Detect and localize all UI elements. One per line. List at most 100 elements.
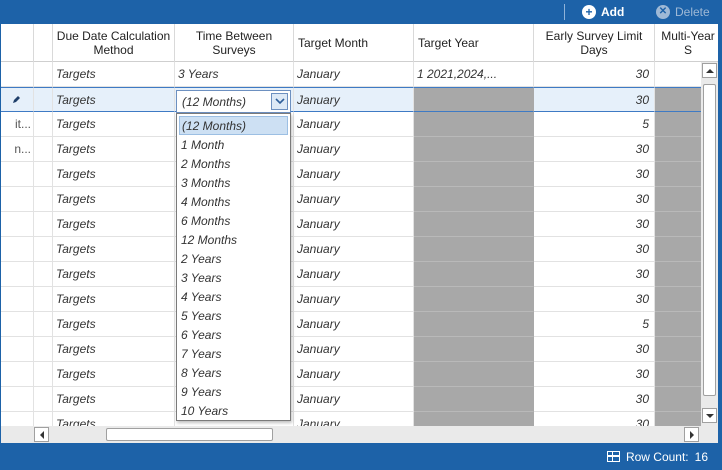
cell-month[interactable]: January (294, 112, 414, 137)
table-row[interactable]: Targets 3 Years January 1 2021,2024,... 30 (1, 62, 702, 87)
cell-multi-year[interactable] (655, 287, 702, 312)
dropdown-option[interactable]: 4 Years (177, 287, 290, 306)
cell-year[interactable] (414, 287, 534, 312)
scroll-left-button[interactable] (34, 427, 49, 442)
cell-narrow[interactable] (34, 137, 53, 162)
vertical-scrollbar[interactable] (701, 62, 718, 426)
cell-multi-year[interactable] (655, 312, 702, 337)
dropdown-option[interactable]: 6 Months (177, 211, 290, 230)
table-row[interactable]: Targets January 30 (1, 212, 702, 237)
table-row[interactable]: Targets January 30 (1, 287, 702, 312)
dropdown-option[interactable]: 4 Months (177, 192, 290, 211)
header-multi-year[interactable]: Multi-Year S (655, 24, 718, 62)
dropdown-option[interactable]: 2 Months (177, 154, 290, 173)
cell-multi-year[interactable] (655, 337, 702, 362)
cell-year[interactable] (414, 212, 534, 237)
cell-year[interactable] (414, 87, 534, 112)
cell-month[interactable]: January (294, 187, 414, 212)
cell-days[interactable]: 5 (534, 112, 655, 137)
cell-multi-year[interactable] (655, 187, 702, 212)
horizontal-scroll-thumb[interactable] (106, 428, 273, 441)
scroll-up-button[interactable] (702, 63, 717, 78)
cell-method[interactable]: Targets (53, 237, 175, 262)
dropdown-option[interactable]: (12 Months) (179, 116, 288, 135)
header-time-between[interactable]: Time Between Surveys (175, 24, 294, 62)
cell-narrow[interactable] (34, 162, 53, 187)
cell-days[interactable]: 30 (534, 62, 655, 87)
scroll-right-button[interactable] (684, 427, 699, 442)
table-row[interactable]: Targets January 30 (1, 412, 702, 426)
cell-method[interactable]: Targets (53, 87, 175, 112)
dropdown-option[interactable]: 9 Years (177, 382, 290, 401)
cell-multi-year[interactable] (655, 137, 702, 162)
dropdown-option[interactable]: 6 Years (177, 325, 290, 344)
dropdown-option[interactable]: 3 Years (177, 268, 290, 287)
cell-days[interactable]: 30 (534, 212, 655, 237)
cell-days[interactable]: 30 (534, 187, 655, 212)
cell-year[interactable]: 1 2021,2024,... (414, 62, 534, 87)
cell-month[interactable]: January (294, 262, 414, 287)
cell-days[interactable]: 30 (534, 362, 655, 387)
cell-method[interactable]: Targets (53, 137, 175, 162)
cell-narrow[interactable] (34, 362, 53, 387)
cell-method[interactable]: Targets (53, 412, 175, 426)
cell-multi-year[interactable] (655, 237, 702, 262)
dropdown-option[interactable]: 7 Years (177, 344, 290, 363)
table-row[interactable]: Targets January 30 (1, 187, 702, 212)
cell-days[interactable]: 30 (534, 137, 655, 162)
cell-days[interactable]: 30 (534, 237, 655, 262)
cell-narrow[interactable] (34, 262, 53, 287)
cell-multi-year[interactable] (655, 62, 702, 87)
cell-month[interactable]: January (294, 312, 414, 337)
cell-narrow[interactable] (34, 212, 53, 237)
cell-year[interactable] (414, 137, 534, 162)
cell-method[interactable]: Targets (53, 187, 175, 212)
table-row[interactable]: Targets January 30 (1, 162, 702, 187)
cell-time[interactable]: 3 Years (175, 62, 294, 87)
cell-days[interactable]: 30 (534, 287, 655, 312)
cell-month[interactable]: January (294, 62, 414, 87)
table-row[interactable]: Targets January 30 (1, 387, 702, 412)
cell-year[interactable] (414, 162, 534, 187)
header-target-year[interactable]: Target Year (414, 24, 534, 62)
cell-narrow[interactable] (34, 62, 53, 87)
chevron-down-icon[interactable] (271, 93, 288, 110)
cell-month[interactable]: January (294, 137, 414, 162)
cell-multi-year[interactable] (655, 212, 702, 237)
cell-multi-year[interactable] (655, 262, 702, 287)
table-row[interactable]: Targets January 5 (1, 312, 702, 337)
cell-year[interactable] (414, 187, 534, 212)
cell-month[interactable]: January (294, 162, 414, 187)
cell-multi-year[interactable] (655, 412, 702, 426)
narrow-column-header[interactable] (34, 24, 53, 62)
cell-method[interactable]: Targets (53, 287, 175, 312)
cell-multi-year[interactable] (655, 362, 702, 387)
table-row[interactable]: n... Targets January 30 (1, 137, 702, 162)
table-row[interactable]: Targets January 30 (1, 262, 702, 287)
dropdown-option[interactable]: 2 Years (177, 249, 290, 268)
table-row[interactable]: Targets January 30 (1, 362, 702, 387)
cell-month[interactable]: January (294, 287, 414, 312)
cell-method[interactable]: Targets (53, 387, 175, 412)
cell-narrow[interactable] (34, 187, 53, 212)
cell-month[interactable]: January (294, 87, 414, 112)
cell-year[interactable] (414, 412, 534, 426)
dropdown-option[interactable]: 12 Months (177, 230, 290, 249)
table-row[interactable]: Targets January 30 (1, 337, 702, 362)
header-target-month[interactable]: Target Month (294, 24, 414, 62)
time-between-combo[interactable]: (12 Months) (176, 90, 291, 113)
cell-narrow[interactable] (34, 237, 53, 262)
cell-days[interactable]: 30 (534, 387, 655, 412)
cell-method[interactable]: Targets (53, 212, 175, 237)
cell-narrow[interactable] (34, 112, 53, 137)
cell-narrow[interactable] (34, 412, 53, 426)
cell-month[interactable]: January (294, 412, 414, 426)
cell-month[interactable]: January (294, 387, 414, 412)
cell-narrow[interactable] (34, 287, 53, 312)
cell-month[interactable]: January (294, 212, 414, 237)
cell-days[interactable]: 30 (534, 262, 655, 287)
add-button[interactable]: + Add (582, 0, 624, 24)
table-row[interactable]: Targets January 30 (1, 87, 702, 112)
dropdown-option[interactable]: 8 Years (177, 363, 290, 382)
cell-narrow[interactable] (34, 87, 53, 112)
